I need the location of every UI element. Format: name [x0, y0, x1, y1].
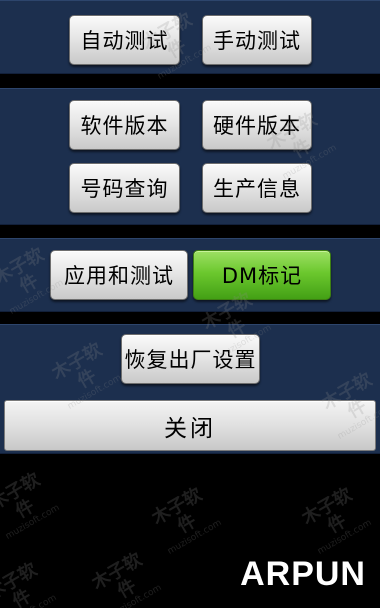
factory-reset-button[interactable]: 恢复出厂设置 — [121, 334, 260, 384]
watermark: 木子软件muzisoft.com — [148, 484, 224, 557]
watermark: 木子软件muzisoft.com — [88, 549, 164, 608]
production-info-button[interactable]: 生产信息 — [202, 163, 312, 213]
factory-test-screen: 自动测试 手动测试 软件版本 硬件版本 号码查询 生产信息 应用和测试 DM标记… — [0, 0, 380, 608]
test-panel: 自动测试 手动测试 — [0, 0, 380, 74]
info-panel: 软件版本 硬件版本 号码查询 生产信息 — [0, 88, 380, 225]
app-and-test-button[interactable]: 应用和测试 — [50, 250, 188, 300]
auto-test-button[interactable]: 自动测试 — [69, 15, 180, 65]
dm-mark-button[interactable]: DM标记 — [193, 250, 331, 300]
watermark: 木子软件muzisoft.com — [298, 484, 374, 557]
manual-test-button[interactable]: 手动测试 — [202, 15, 312, 65]
watermark: 木子软件muzisoft.com — [0, 559, 58, 608]
software-version-button[interactable]: 软件版本 — [69, 100, 180, 150]
arpun-logo: ARPUN — [240, 555, 366, 593]
watermark: 木子软件muzisoft.com — [0, 469, 62, 542]
close-button[interactable]: 关闭 — [4, 400, 376, 451]
number-query-button[interactable]: 号码查询 — [69, 163, 180, 213]
apps-panel: 应用和测试 DM标记 — [0, 238, 380, 312]
hardware-version-button[interactable]: 硬件版本 — [202, 100, 312, 150]
